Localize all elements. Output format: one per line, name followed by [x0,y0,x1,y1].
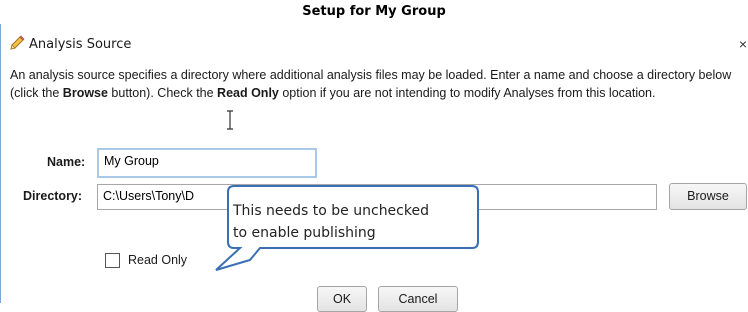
text-cursor-icon [227,110,233,130]
browse-button[interactable]: Browse [669,183,747,210]
cancel-button[interactable]: Cancel [378,286,458,312]
read-only-checkbox[interactable] [105,253,120,268]
close-icon[interactable]: × [739,36,747,52]
dialog-title: Analysis Source [29,37,132,52]
description-text-2: button). Check the [107,86,218,100]
directory-label: Directory: [23,189,83,203]
description-bold-readonly: Read Only [217,86,279,100]
dialog-description: An analysis source specifies a directory… [10,66,740,102]
callout-line-2: to enable publishing [233,225,376,241]
callout-line-1: This needs to be unchecked [233,203,429,219]
name-field[interactable]: My Group [97,148,317,178]
description-bold-browse: Browse [62,86,108,100]
name-label: Name: [47,155,86,169]
document-heading: Setup for My Group [302,4,446,19]
dialog-titlebar: Analysis Source × [1,24,748,60]
description-text-3: option if you are not intending to modif… [278,86,656,100]
callout-text: This needs to be unchecked to enable pub… [233,200,473,244]
ok-button[interactable]: OK [317,286,367,312]
pencil-icon [10,35,25,50]
